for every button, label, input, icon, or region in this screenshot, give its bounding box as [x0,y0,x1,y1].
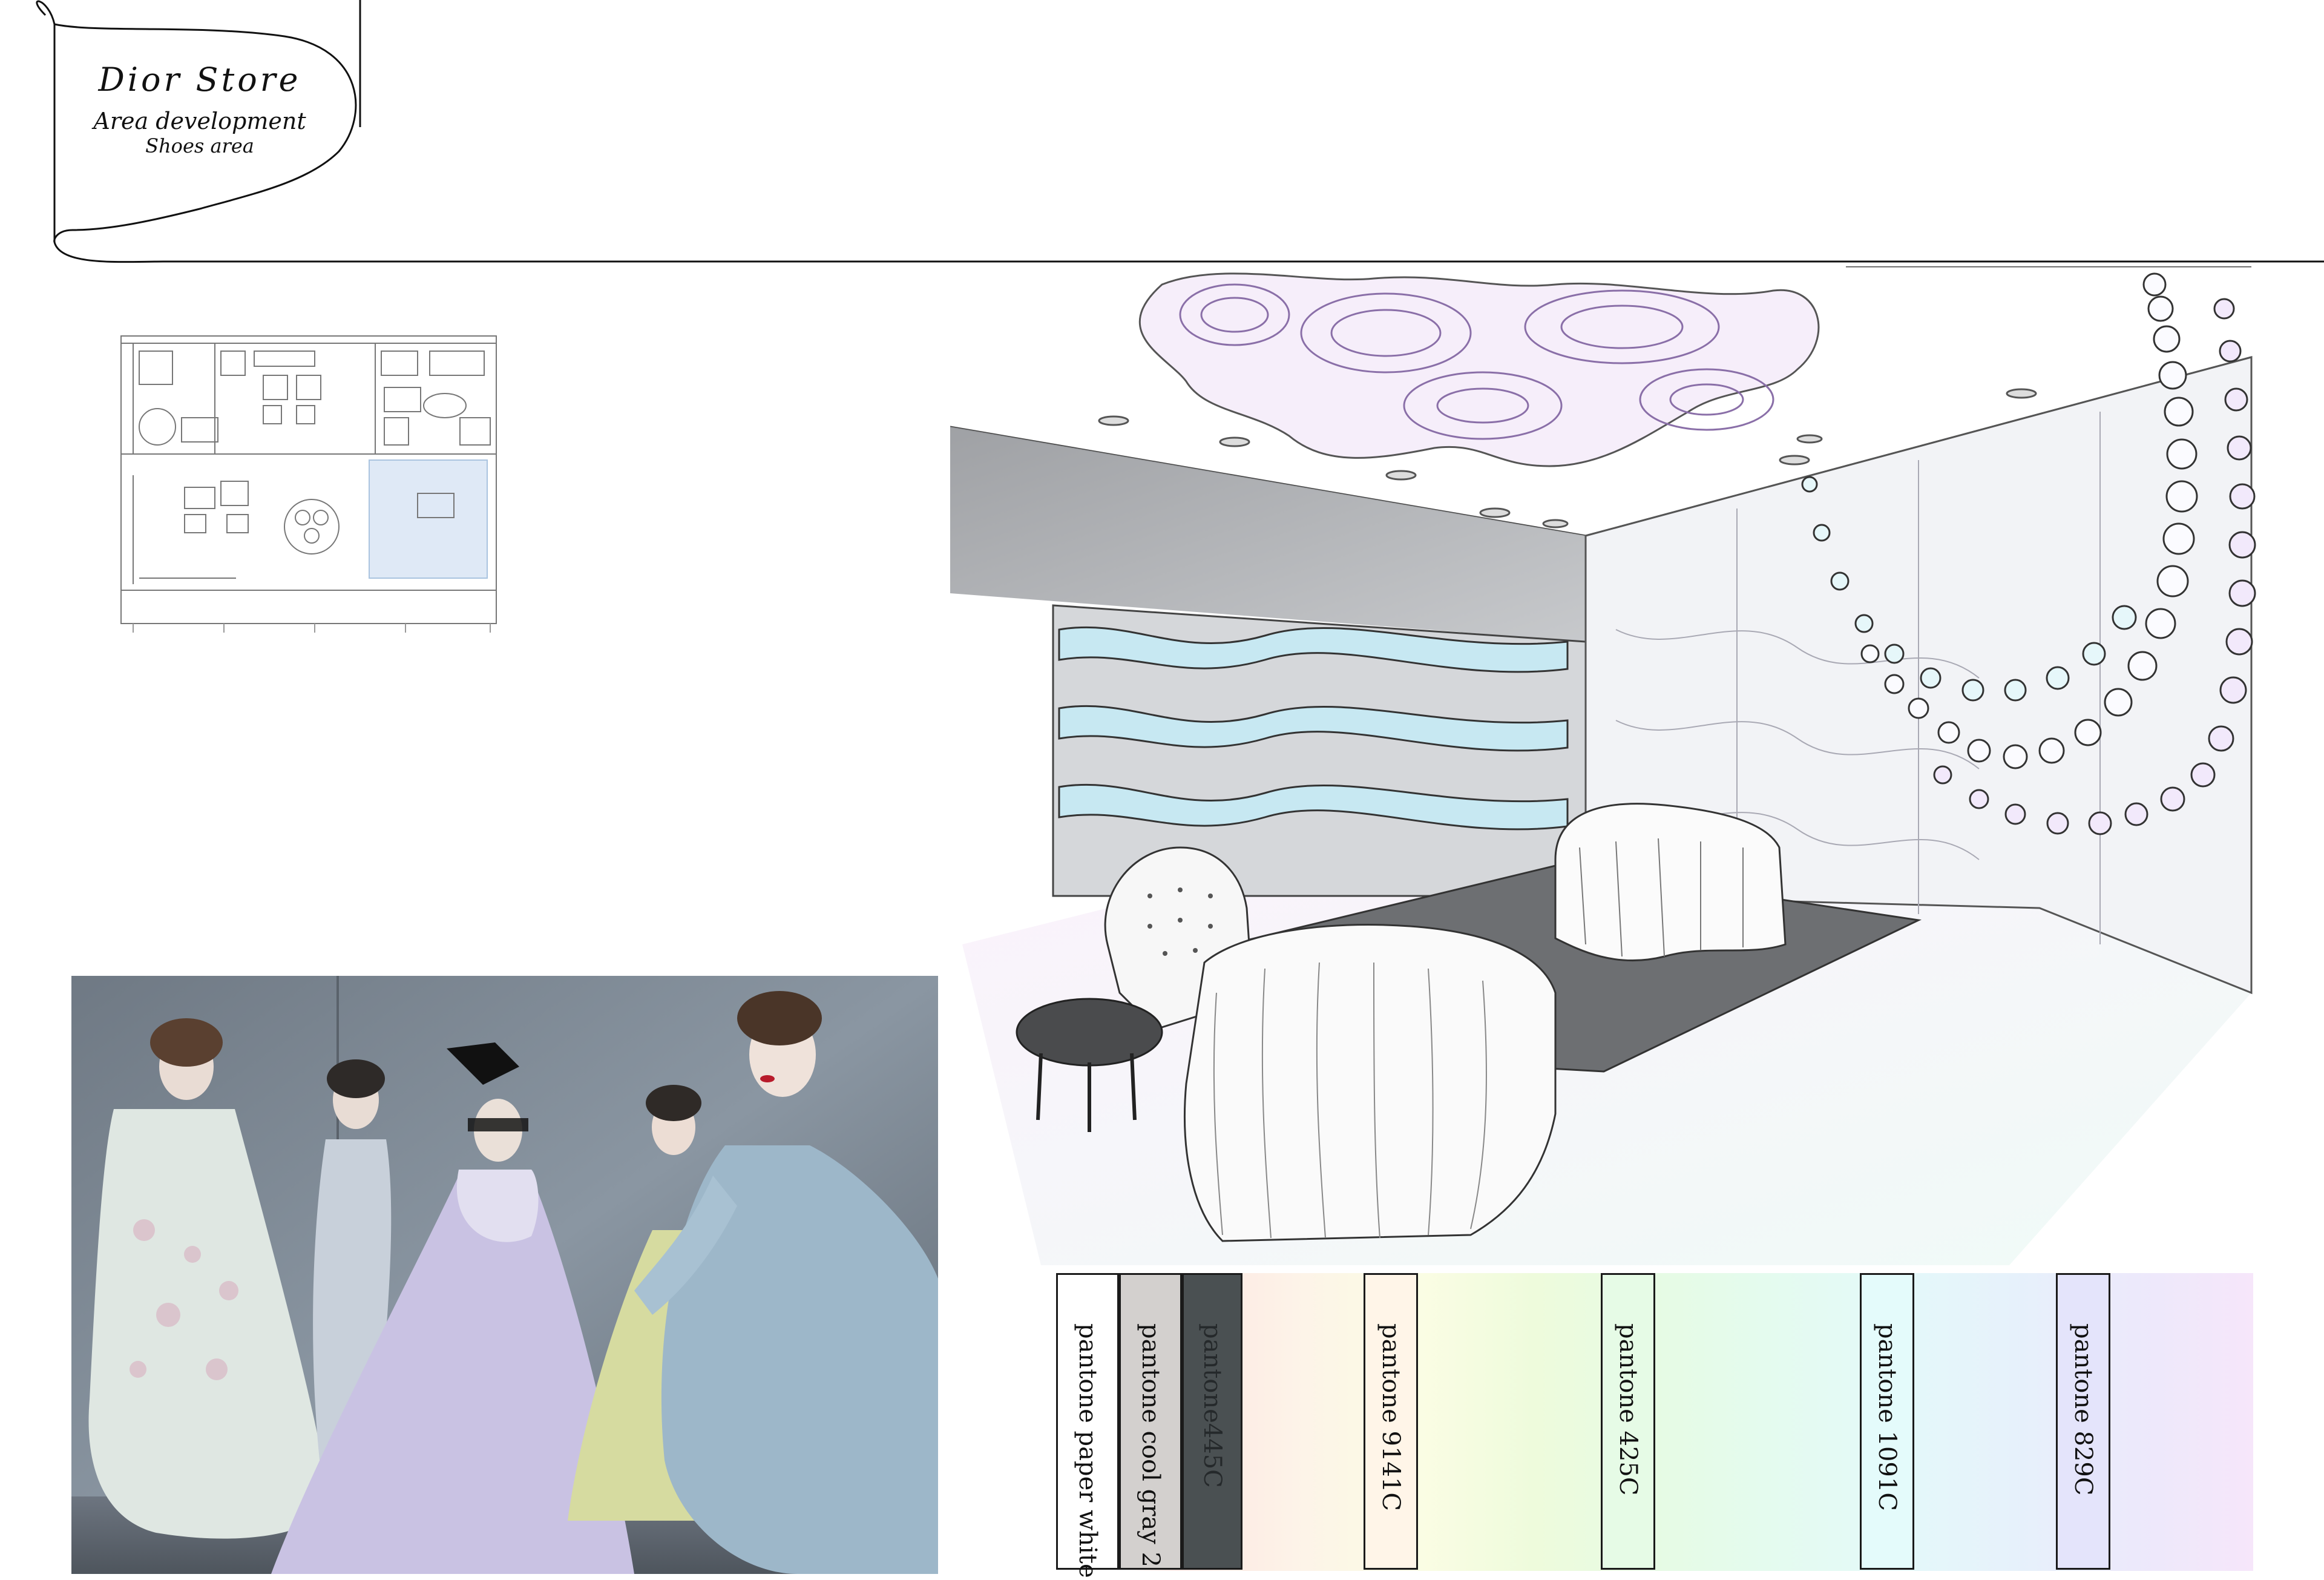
page-title: Dior Store [98,61,301,99]
swatch-paper-white: pantone paper white [1056,1273,1119,1578]
interior-perspective-sketch [950,266,2256,1265]
swatch-label: pantone paper white [1074,1323,1101,1578]
page-subtitle: Area development [93,108,306,134]
color-palette: pantone paper white pantone cool gray 2 … [1056,1273,2253,1578]
area-label: Shoes area [145,134,254,157]
swatch-445c: pantone445C [1182,1273,1242,1570]
swatch-label: pantone 1091C [1873,1323,1901,1511]
swatch-label: pantone 9141C [1377,1323,1405,1511]
title-scroll-banner [36,0,2324,263]
swatch-label: pantone cool gray 2 [1137,1323,1164,1567]
swatch-425c: pantone 425C [1601,1273,1655,1570]
swatch-1091c: pantone 1091C [1860,1273,1914,1570]
swatch-label: pantone445C [1198,1323,1226,1488]
swatch-label: pantone 425C [1614,1323,1642,1496]
swatch-cool-gray-2: pantone cool gray 2 [1119,1273,1182,1570]
floor-plan [120,335,497,633]
fashion-mood-photo [71,976,938,1574]
swatch-label: pantone 829C [2069,1323,2097,1496]
swatch-9141c: pantone 9141C [1364,1273,1418,1570]
swatch-829c: pantone 829C [2056,1273,2110,1570]
